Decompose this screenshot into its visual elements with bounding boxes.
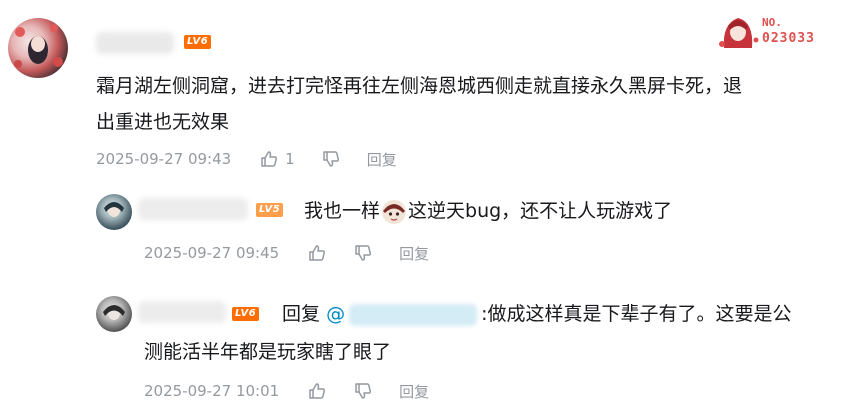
mention-at: @ — [326, 303, 346, 325]
comment-text-line: 出重进也无效果 — [96, 111, 230, 133]
reply-time: 2025-09-27 09:45 — [144, 244, 280, 262]
thumbs-up-icon — [261, 151, 278, 167]
fan-badge-prefix: NO. — [762, 16, 782, 29]
mention-username-blurred — [349, 303, 478, 326]
reply-button[interactable]: 回复 — [399, 381, 429, 402]
level-badge: LV6 — [232, 307, 260, 321]
level-badge: LV5 — [256, 203, 284, 217]
reply-text-part: 这逆天bug，还不让人玩游戏了 — [408, 200, 673, 222]
thumbs-down-icon — [322, 151, 339, 167]
like-button[interactable] — [307, 381, 327, 401]
reply-prefix: 回复 — [282, 303, 321, 325]
fan-badge-character-icon — [719, 18, 759, 48]
dislike-button[interactable] — [353, 381, 373, 401]
thumbs-down-icon — [355, 383, 372, 399]
reply-text: 我也一样 这逆天bug，还不让人玩游戏了 — [304, 193, 824, 229]
comment-text-line: 霜月湖左侧洞窟，进去打完怪再往左侧海恩城西侧走就直接永久黑屏卡死，退 — [96, 75, 743, 97]
fan-number-badge: NO. 023033 — [716, 10, 828, 54]
like-button[interactable]: 1 — [259, 149, 295, 169]
thumbs-up-icon — [309, 245, 326, 261]
username-blurred[interactable] — [96, 32, 174, 54]
like-count: 1 — [285, 150, 295, 168]
emoji-sticker-icon — [382, 199, 407, 224]
reply-text-continued: 测能活半年都是玩家瞎了眼了 — [144, 341, 392, 363]
reply-meta: 2025-09-27 10:01 回复 — [144, 380, 429, 402]
like-button[interactable] — [307, 243, 327, 263]
user-avatar[interactable] — [96, 296, 132, 332]
level-badge: LV6 — [184, 35, 212, 49]
reply-button[interactable]: 回复 — [367, 149, 397, 170]
reply-text-part: :做成这样真是下辈子有了。这要是公 — [481, 303, 792, 325]
avatar-art-icon — [103, 305, 125, 320]
user-avatar[interactable] — [8, 18, 68, 78]
reply-text: 回复 @ :做成这样真是下辈子有了。这要是公 — [282, 296, 834, 332]
fan-badge-number: 023033 — [762, 31, 815, 46]
dislike-button[interactable] — [353, 243, 373, 263]
dislike-button[interactable] — [321, 149, 341, 169]
reply-time: 2025-09-27 10:01 — [144, 382, 280, 400]
avatar-art-icon — [104, 202, 124, 217]
mention-link[interactable]: @ — [326, 303, 481, 326]
reply-meta: 2025-09-27 09:45 回复 — [144, 242, 429, 264]
reply-button[interactable]: 回复 — [399, 243, 429, 264]
user-avatar[interactable] — [96, 194, 132, 230]
thumbs-up-icon — [309, 383, 326, 399]
username-blurred[interactable] — [138, 198, 248, 220]
avatar-art-icon — [14, 24, 63, 68]
comment-time: 2025-09-27 09:43 — [96, 150, 232, 168]
comment-meta: 2025-09-27 09:43 1 回复 — [96, 148, 397, 170]
comment-text: 霜月湖左侧洞窟，进去打完怪再往左侧海恩城西侧走就直接永久黑屏卡死，退 出重进也无… — [96, 68, 836, 140]
reply-text-part: 我也一样 — [304, 200, 381, 222]
thumbs-down-icon — [355, 245, 372, 261]
username-blurred[interactable] — [138, 301, 226, 323]
